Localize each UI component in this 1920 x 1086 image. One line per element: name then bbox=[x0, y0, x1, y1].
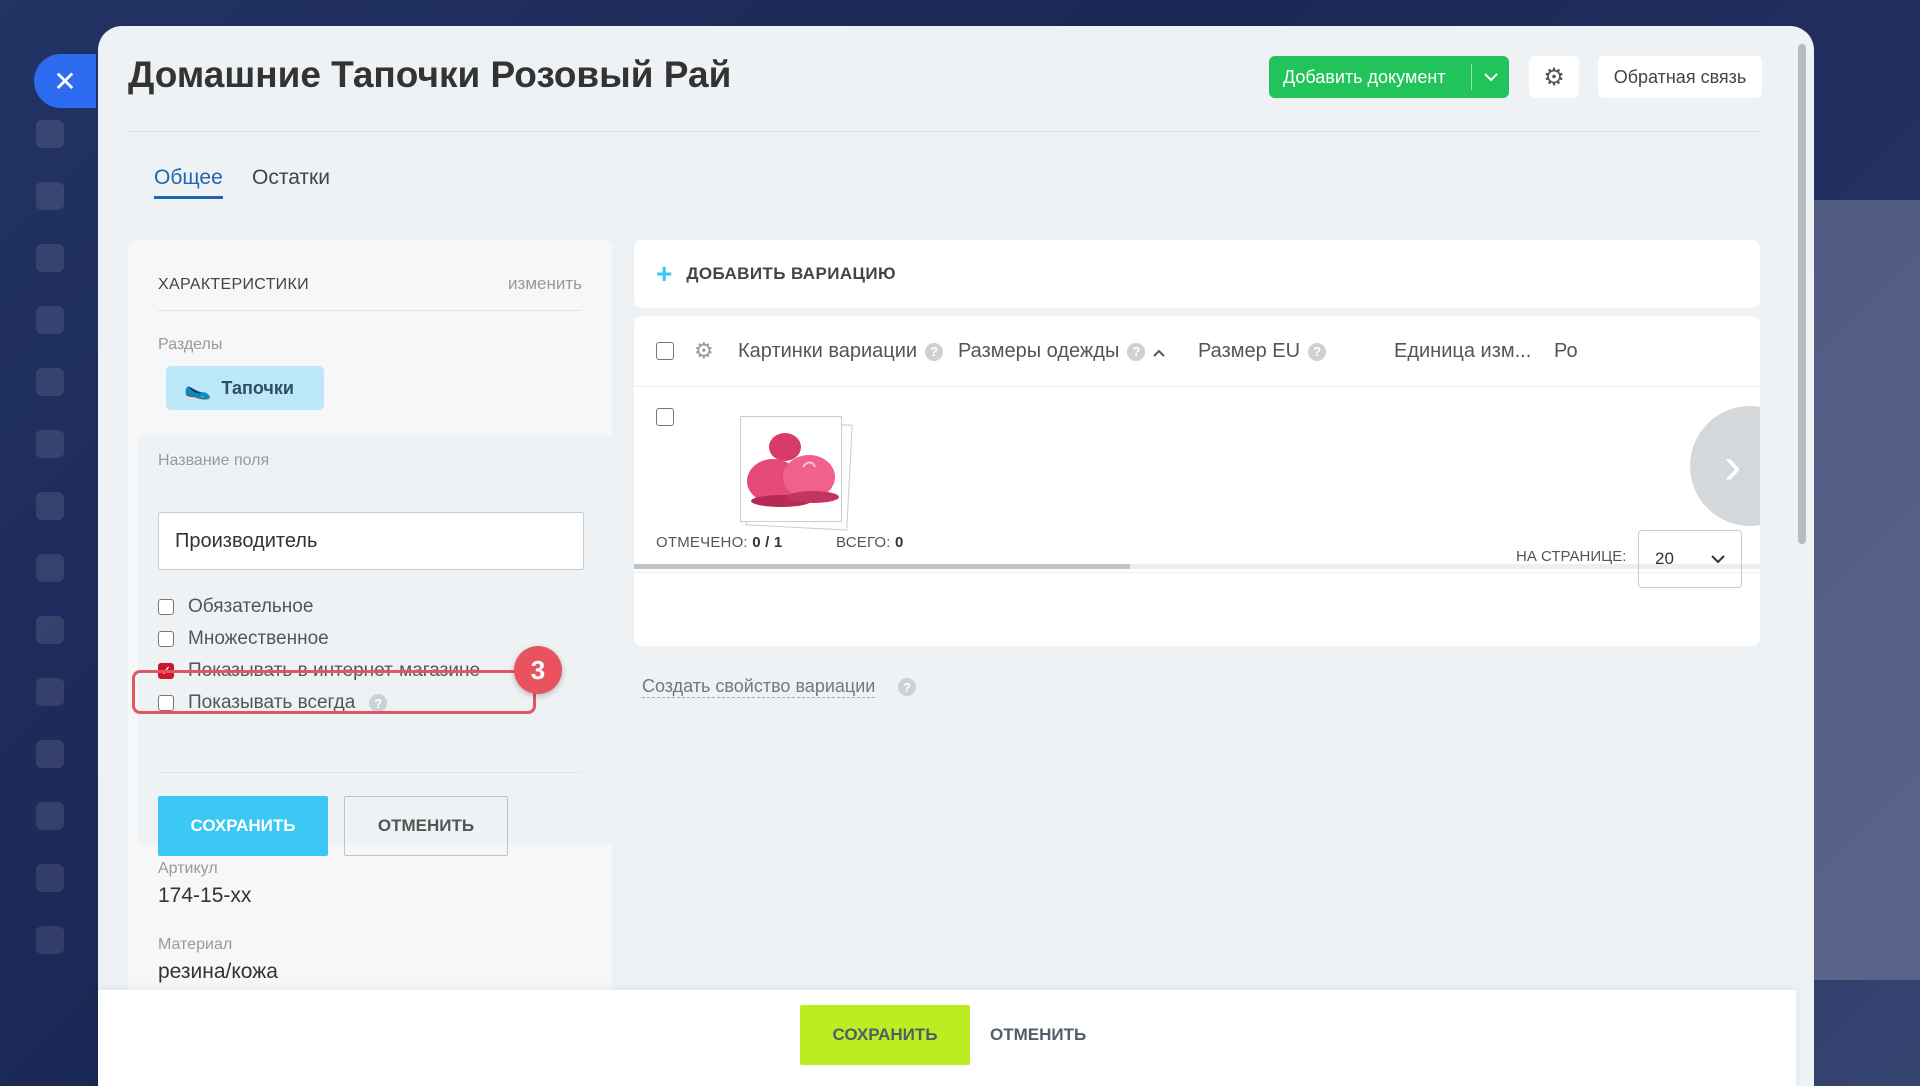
close-icon: ✕ bbox=[53, 65, 77, 97]
scroll-right-button[interactable]: › bbox=[1690, 406, 1760, 526]
field-name-label: Название поля bbox=[158, 452, 270, 469]
help-icon[interactable]: ? bbox=[1308, 342, 1327, 361]
variations-grid: ⚙ Картинки вариации ? Размеры одежды ? Р… bbox=[634, 316, 1760, 646]
selected-count: ОТМЕЧЕНО: 0 / 1 bbox=[656, 534, 783, 551]
checkbox-multiple-row[interactable]: Множественное bbox=[158, 628, 329, 650]
page-title: Домашние Тапочки Розовый Рай bbox=[128, 54, 732, 95]
characteristics-heading: ХАРАКТЕРИСТИКИ bbox=[158, 276, 309, 293]
background-panel bbox=[1800, 200, 1920, 980]
cancel-field-button[interactable]: ОТМЕНИТЬ bbox=[344, 796, 508, 856]
material-value: резина/кожа bbox=[158, 960, 278, 983]
checkbox-multiple[interactable] bbox=[158, 631, 174, 647]
select-all-checkbox[interactable] bbox=[656, 342, 674, 360]
save-field-button[interactable]: СОХРАНИТЬ bbox=[158, 796, 328, 856]
vertical-scrollbar[interactable] bbox=[1798, 44, 1806, 544]
article-value: 174-15-xx bbox=[158, 884, 252, 907]
add-document-label: Добавить документ bbox=[1283, 66, 1446, 87]
variation-image[interactable] bbox=[740, 416, 853, 531]
column-images[interactable]: Картинки вариации ? bbox=[738, 340, 944, 363]
sort-asc-icon[interactable] bbox=[1153, 340, 1166, 363]
total-count: ВСЕГО: 0 bbox=[836, 534, 904, 551]
chevron-down-icon[interactable] bbox=[1472, 72, 1509, 82]
tab-stock[interactable]: Остатки bbox=[252, 166, 330, 190]
help-icon[interactable]: ? bbox=[898, 678, 916, 696]
section-chip-label: Тапочки bbox=[221, 377, 294, 398]
checkbox-required-label: Обязательное bbox=[188, 596, 314, 617]
per-page-select[interactable]: 20 bbox=[1638, 530, 1742, 588]
settings-button[interactable]: ⚙ bbox=[1529, 56, 1579, 98]
sections-label: Разделы bbox=[158, 336, 223, 353]
chevron-right-icon: › bbox=[1724, 437, 1742, 495]
tab-general[interactable]: Общее bbox=[154, 166, 223, 190]
add-document-button[interactable]: Добавить документ bbox=[1269, 56, 1509, 98]
checkbox-required-row[interactable]: Обязательное bbox=[158, 596, 313, 618]
horizontal-scrollbar-thumb[interactable] bbox=[634, 564, 1130, 569]
feedback-button[interactable]: Обратная связь bbox=[1598, 56, 1762, 98]
article-label: Артикул bbox=[158, 860, 218, 877]
help-icon[interactable]: ? bbox=[925, 342, 944, 361]
material-label: Материал bbox=[158, 936, 233, 953]
per-page-label: НА СТРАНИЦЕ: bbox=[1516, 548, 1627, 565]
section-chip[interactable]: 🥿 Тапочки bbox=[166, 366, 324, 410]
header-divider bbox=[128, 131, 1762, 132]
step-badge: 3 bbox=[514, 646, 562, 694]
slipper-image bbox=[747, 433, 839, 507]
create-variation-property-link[interactable]: Создать свойство вариации bbox=[642, 676, 876, 698]
help-icon[interactable]: ? bbox=[1127, 342, 1146, 361]
characteristics-panel: ХАРАКТЕРИСТИКИ изменить Разделы 🥿 Тапочк… bbox=[128, 240, 612, 1060]
edit-link[interactable]: изменить bbox=[508, 274, 582, 294]
close-button[interactable]: ✕ bbox=[34, 54, 96, 108]
checkbox-required[interactable] bbox=[158, 599, 174, 615]
add-variation-label: ДОБАВИТЬ ВАРИАЦИЮ bbox=[686, 264, 896, 283]
column-clothing-sizes[interactable]: Размеры одежды ? bbox=[958, 340, 1166, 363]
slipper-icon: 🥿 bbox=[184, 375, 212, 400]
product-card-slider: Домашние Тапочки Розовый Рай Добавить до… bbox=[98, 26, 1814, 1086]
column-unit[interactable]: Единица изм... bbox=[1394, 340, 1531, 363]
gear-icon[interactable]: ⚙ bbox=[694, 338, 714, 364]
per-page-value: 20 bbox=[1655, 549, 1674, 568]
column-cut[interactable]: Ро bbox=[1554, 340, 1578, 363]
add-variation-bar[interactable]: + ДОБАВИТЬ ВАРИАЦИЮ bbox=[634, 240, 1760, 308]
highlight-frame bbox=[132, 670, 536, 714]
cancel-button[interactable]: ОТМЕНИТЬ bbox=[990, 1005, 1086, 1065]
tab-active-underline bbox=[154, 196, 223, 199]
plus-icon: + bbox=[656, 258, 673, 289]
grid-header: ⚙ Картинки вариации ? Размеры одежды ? Р… bbox=[634, 316, 1760, 387]
chevron-down-icon bbox=[1711, 549, 1725, 569]
row-checkbox[interactable] bbox=[656, 408, 674, 426]
background-sidebar bbox=[30, 120, 70, 988]
field-name-input[interactable]: Производитель bbox=[158, 512, 584, 570]
gear-icon: ⚙ bbox=[1543, 63, 1565, 91]
checkbox-multiple-label: Множественное bbox=[188, 628, 329, 649]
column-size-eu[interactable]: Размер EU ? bbox=[1198, 340, 1327, 363]
save-button[interactable]: СОХРАНИТЬ bbox=[800, 1005, 970, 1065]
